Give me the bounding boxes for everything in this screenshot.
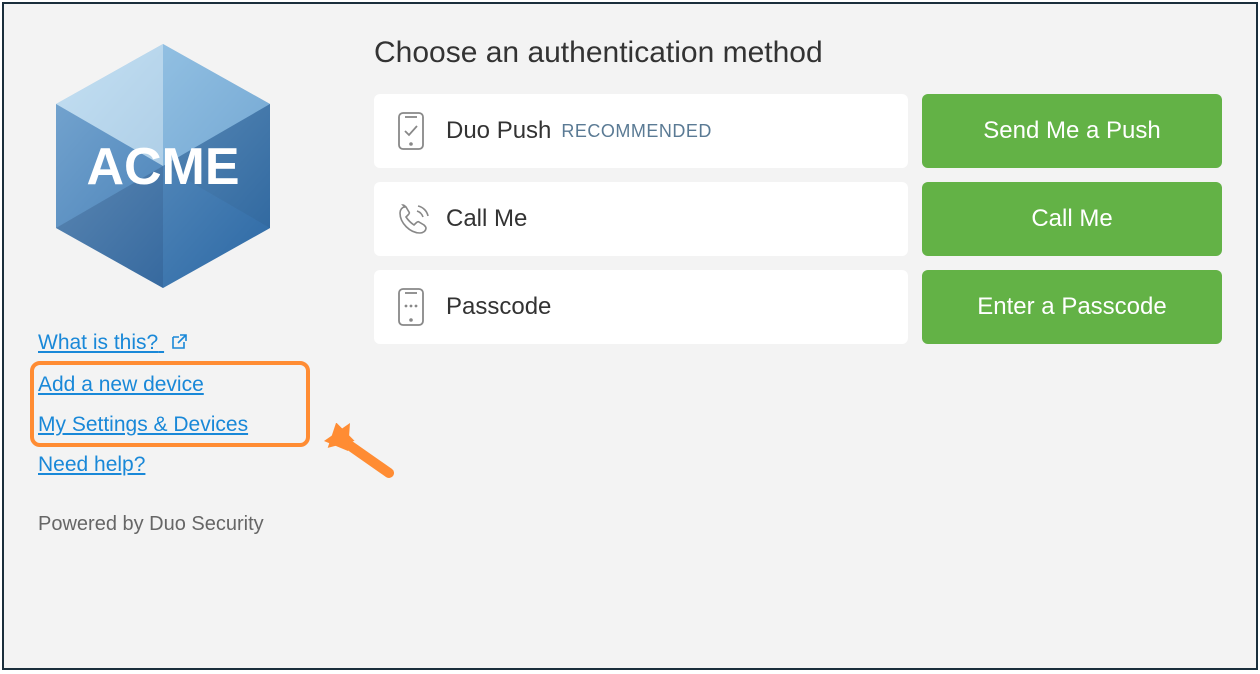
sidebar: ACME What is this? Add a new device My S… <box>38 36 338 636</box>
send-push-button[interactable]: Send Me a Push <box>922 94 1222 168</box>
auth-prompt-frame: ACME What is this? Add a new device My S… <box>2 2 1258 670</box>
method-label: Passcode <box>446 293 551 321</box>
phone-call-icon <box>396 201 438 237</box>
phone-check-icon <box>396 111 438 151</box>
hexagon-logo-icon: ACME <box>48 36 278 296</box>
add-device-link[interactable]: Add a new device <box>38 365 204 405</box>
enter-passcode-button[interactable]: Enter a Passcode <box>922 270 1222 344</box>
need-help-link[interactable]: Need help? <box>38 445 145 485</box>
page-title: Choose an authentication method <box>374 36 1222 70</box>
method-label: Call Me <box>446 205 527 233</box>
recommended-badge: RECOMMENDED <box>561 121 712 142</box>
auth-method-call: Call Me Call Me <box>374 182 1222 256</box>
powered-by-text: Powered by Duo Security <box>38 513 338 536</box>
auth-method-push: Duo Push RECOMMENDED Send Me a Push <box>374 94 1222 168</box>
external-link-icon <box>170 325 187 365</box>
sidebar-links: What is this? Add a new device My Settin… <box>38 323 338 485</box>
what-is-this-link[interactable]: What is this? <box>38 323 187 365</box>
my-settings-link[interactable]: My Settings & Devices <box>38 405 248 445</box>
phone-passcode-icon <box>396 287 438 327</box>
method-info: Passcode <box>374 270 908 344</box>
main-panel: Choose an authentication method Duo Push… <box>338 36 1222 636</box>
link-label: What is this? <box>38 331 158 354</box>
method-info: Call Me <box>374 182 908 256</box>
call-me-button[interactable]: Call Me <box>922 182 1222 256</box>
brand-logo: ACME <box>48 36 338 301</box>
auth-method-passcode: Passcode Enter a Passcode <box>374 270 1222 344</box>
method-label: Duo Push <box>446 117 551 145</box>
method-info: Duo Push RECOMMENDED <box>374 94 908 168</box>
svg-text:ACME: ACME <box>86 138 239 196</box>
